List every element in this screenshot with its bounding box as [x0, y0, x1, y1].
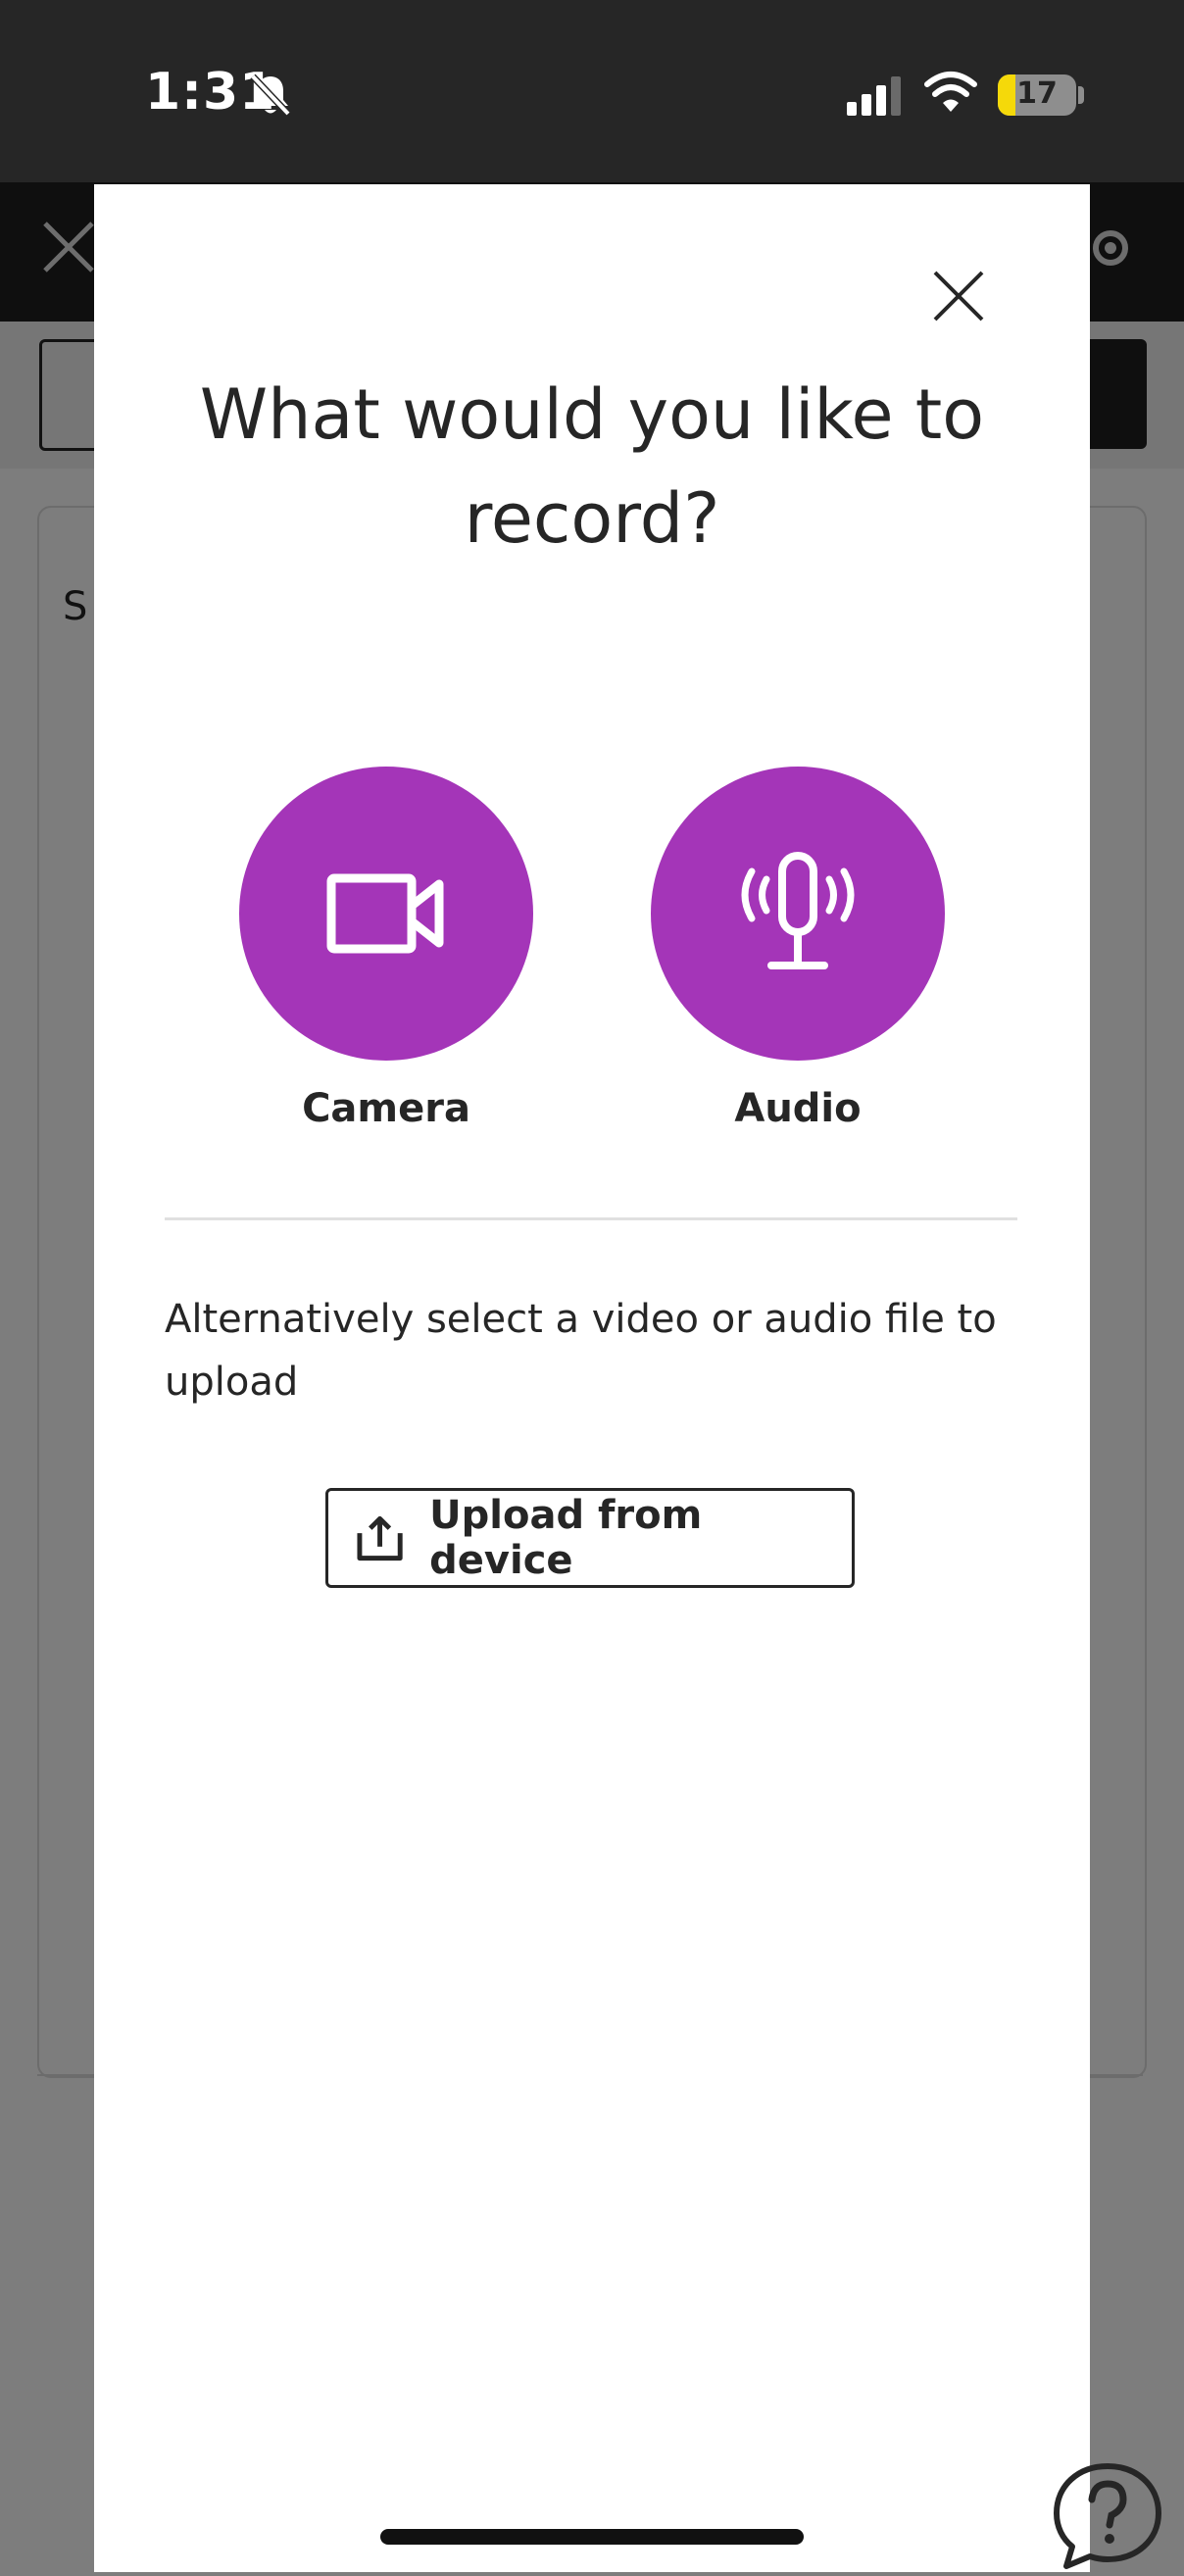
upload-label: Upload from device [429, 1493, 703, 1583]
camera-label: Camera [302, 1086, 470, 1131]
home-indicator [380, 2529, 804, 2545]
signal-icon [847, 76, 902, 120]
record-modal: What would you like to record? Camera Au… [94, 184, 1090, 2572]
battery-icon: 17 [998, 74, 1076, 116]
audio-button[interactable] [651, 767, 945, 1061]
background-close-icon [39, 218, 98, 280]
wifi-icon [923, 71, 978, 118]
close-icon [933, 271, 984, 322]
camera-option[interactable]: Camera [229, 767, 543, 1131]
background-gear-icon [1086, 223, 1135, 276]
background-label: S [63, 584, 88, 629]
bell-slash-icon [249, 73, 292, 122]
microphone-icon [741, 852, 855, 969]
camera-button[interactable] [239, 767, 533, 1061]
modal-title: What would you like to record? [199, 374, 985, 559]
audio-label: Audio [734, 1086, 862, 1131]
battery-level: 17 [1016, 76, 1058, 111]
audio-option[interactable]: Audio [641, 767, 955, 1131]
question-chat-icon [1054, 2463, 1161, 2569]
status-bar: 1:31 17 [0, 0, 1184, 182]
alternative-text: Alternatively select a video or audio fi… [165, 1297, 997, 1405]
video-camera-icon [326, 873, 444, 954]
close-button[interactable] [919, 257, 998, 335]
upload-from-device-button[interactable]: Upload from device [325, 1488, 855, 1588]
help-button[interactable] [1049, 2460, 1166, 2572]
upload-icon [357, 1515, 403, 1561]
divider [165, 1217, 1017, 1220]
